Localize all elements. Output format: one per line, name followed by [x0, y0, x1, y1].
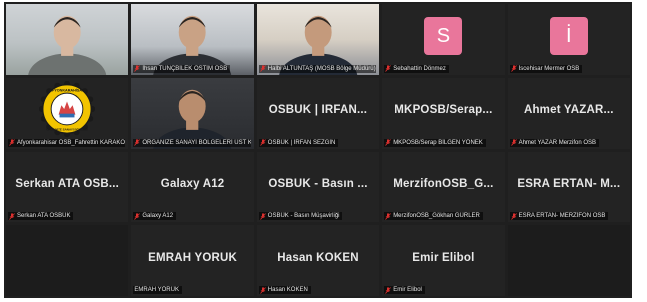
participant-display-name: Emir Elibol — [412, 251, 475, 264]
participant-name-text: OSBÜK | İRFAN SEZGİN — [267, 139, 336, 146]
participant-display-name: OSBÜK - Basın ... — [268, 177, 368, 190]
participant-name-label: Serkan ATA OSBÜK — [8, 212, 74, 221]
participant-tile[interactable]: Hasan KÖKEN Hasan KÖKEN — [256, 225, 380, 296]
participant-name-label: Emir Elibol — [384, 286, 425, 294]
empty-tile — [6, 225, 129, 296]
participant-display-name: MKPOSB/Serap... — [394, 104, 493, 117]
participant-name-text: Hasan KÖKEN — [267, 287, 308, 293]
participant-tile[interactable]: ESRA ERTAN- M... ESRA ERTAN- MERZİFON OSB — [507, 151, 630, 223]
participant-tile[interactable]: Serkan ATA OSB... Serkan ATA OSBÜK — [6, 151, 129, 223]
participant-video-feed — [28, 15, 107, 75]
participant-name-label: Galaxy A12 — [133, 212, 177, 221]
participant-name-label: MerzifonOSB_Gökhan GÜRLER — [384, 212, 483, 221]
participant-name-label: Halbi ALTUNTAŞ (MOSB Bölge Müdürü) — [258, 64, 377, 73]
svg-text:AFYONKARAHİSAR: AFYONKARAHİSAR — [50, 87, 86, 92]
participant-tile[interactable]: OSBÜK - Basın ... OSBÜK - Basın Müşavirli… — [256, 151, 380, 223]
participant-name-text: Serkan ATA OSBÜK — [17, 213, 71, 220]
participant-name-label: Hasan KÖKEN — [258, 286, 311, 294]
participant-name-label: EMRAH YÖRÜK — [133, 286, 182, 294]
participant-name-label: ESRA ERTAN- MERZİFON OSB — [509, 212, 609, 221]
participant-display-name: OSBÜK | İRFAN... — [268, 104, 368, 117]
muted-mic-icon — [510, 65, 517, 73]
muted-mic-icon — [259, 65, 266, 73]
avatar: S — [424, 17, 463, 56]
participant-tile[interactable]: Galaxy A12 Galaxy A12 — [131, 151, 254, 223]
organization-logo: AFYONKARAHİSAR ORGANİZE SANAYİ BÖLGESİ — [39, 81, 96, 138]
muted-mic-icon — [510, 212, 517, 220]
participant-name-text: EMRAH YÖRÜK — [134, 287, 179, 293]
participant-tile[interactable]: AFYONKARAHİSAR ORGANİZE SANAYİ BÖLGESİ Afy… — [6, 77, 129, 149]
participant-tile[interactable] — [6, 4, 129, 75]
participant-display-name: MerzifonOSB_G... — [393, 177, 494, 190]
participant-name-text: OSBÜK - Basın Müşavirliği — [267, 213, 340, 220]
participant-name-label: Sebahattin Dönmez — [384, 64, 449, 73]
participant-tile[interactable]: Halbi ALTUNTAŞ (MOSB Bölge Müdürü) — [256, 4, 380, 75]
participant-tile[interactable]: Ahmet YAZAR... Ahmet YAZAR Merzifon OSB — [507, 77, 630, 149]
muted-mic-icon — [385, 286, 391, 294]
participant-name-text: ORGANİZE SANAYİ BÖLGELERİ ÜST KURUL... — [142, 139, 251, 146]
participant-name-label: İhsan TUNÇBİLEK OSTİM OSB — [133, 64, 231, 73]
muted-mic-icon — [134, 212, 141, 220]
participant-name-text: Emir Elibol — [393, 287, 422, 293]
muted-mic-icon — [259, 139, 266, 146]
muted-mic-icon — [134, 65, 141, 73]
participant-display-name: Ahmet YAZAR... — [523, 104, 614, 117]
participant-tile[interactable]: S Sebahattin Dönmez — [382, 4, 505, 75]
participant-display-name: Serkan ATA OSB... — [15, 177, 120, 190]
participant-name-label: Ahmet YAZAR Merzifon OSB — [509, 138, 600, 147]
muted-mic-icon — [385, 65, 391, 73]
participant-tile[interactable]: OSBÜK | İRFAN... OSBÜK | İRFAN SEZGİN — [256, 77, 380, 149]
participant-tile[interactable]: Emir Elibol Emir Elibol — [382, 225, 505, 296]
participant-name-text: Ahmet YAZAR Merzifon OSB — [518, 139, 597, 146]
avatar: İ — [549, 17, 588, 56]
participant-name-text: MKPOSB/Serap BİLGEN YÖNEK — [393, 139, 483, 146]
muted-mic-icon — [259, 212, 266, 220]
participant-name-text: ESRA ERTAN- MERZİFON OSB — [518, 213, 606, 220]
participant-name-label: İscehisar Mermer OSB — [509, 64, 583, 73]
muted-mic-icon — [510, 139, 517, 146]
participant-name-text: Galaxy A12 — [142, 213, 174, 220]
participant-name-text: Halbi ALTUNTAŞ (MOSB Bölge Müdürü) — [267, 65, 376, 72]
participant-name-label: OSBÜK - Basın Müşavirliği — [258, 212, 343, 221]
empty-tile — [507, 225, 630, 296]
participant-name-text: Afyonkarahisar OSB_Fahrettin KARAKOL — [17, 139, 126, 146]
muted-mic-icon — [385, 139, 391, 146]
participant-tile[interactable]: ORGANİZE SANAYİ BÖLGELERİ ÜST KURUL... — [131, 77, 254, 149]
muted-mic-icon — [9, 212, 15, 220]
participant-name-label: ORGANİZE SANAYİ BÖLGELERİ ÜST KURUL... — [133, 138, 251, 147]
participant-display-name: ESRA ERTAN- M... — [517, 177, 621, 190]
participant-name-text: MerzifonOSB_Gökhan GÜRLER — [393, 213, 480, 220]
participant-display-name: Hasan KÖKEN — [277, 251, 359, 264]
video-gallery-grid: İhsan TUNÇBİLEK OSTİM OSB Halbi ALTUNTAŞ … — [4, 2, 632, 298]
participant-tile[interactable]: MKPOSB/Serap... MKPOSB/Serap BİLGEN YÖNEK — [382, 77, 505, 149]
participant-tile[interactable]: İ İscehisar Mermer OSB — [507, 4, 630, 75]
muted-mic-icon — [9, 139, 15, 146]
participant-name-label: OSBÜK | İRFAN SEZGİN — [258, 138, 339, 147]
participant-display-name: Galaxy A12 — [160, 177, 225, 190]
muted-mic-icon — [259, 286, 266, 294]
participant-name-label: MKPOSB/Serap BİLGEN YÖNEK — [384, 138, 486, 147]
participant-tile[interactable]: İhsan TUNÇBİLEK OSTİM OSB — [131, 4, 254, 75]
muted-mic-icon — [134, 139, 141, 146]
svg-text:ORGANİZE SANAYİ BÖLGESİ: ORGANİZE SANAYİ BÖLGESİ — [46, 127, 88, 132]
participant-name-text: İhsan TUNÇBİLEK OSTİM OSB — [142, 65, 228, 72]
muted-mic-icon — [385, 212, 391, 220]
participant-name-text: İscehisar Mermer OSB — [518, 65, 580, 72]
participant-display-name: EMRAH YÖRÜK — [148, 251, 238, 264]
participant-name-text: Sebahattin Dönmez — [393, 65, 446, 72]
participant-name-label: Afyonkarahisar OSB_Fahrettin KARAKOL — [8, 138, 126, 147]
participant-tile[interactable]: EMRAH YÖRÜK EMRAH YÖRÜK — [131, 225, 254, 296]
participant-tile[interactable]: MerzifonOSB_G... MerzifonOSB_Gökhan GÜRLE… — [382, 151, 505, 223]
